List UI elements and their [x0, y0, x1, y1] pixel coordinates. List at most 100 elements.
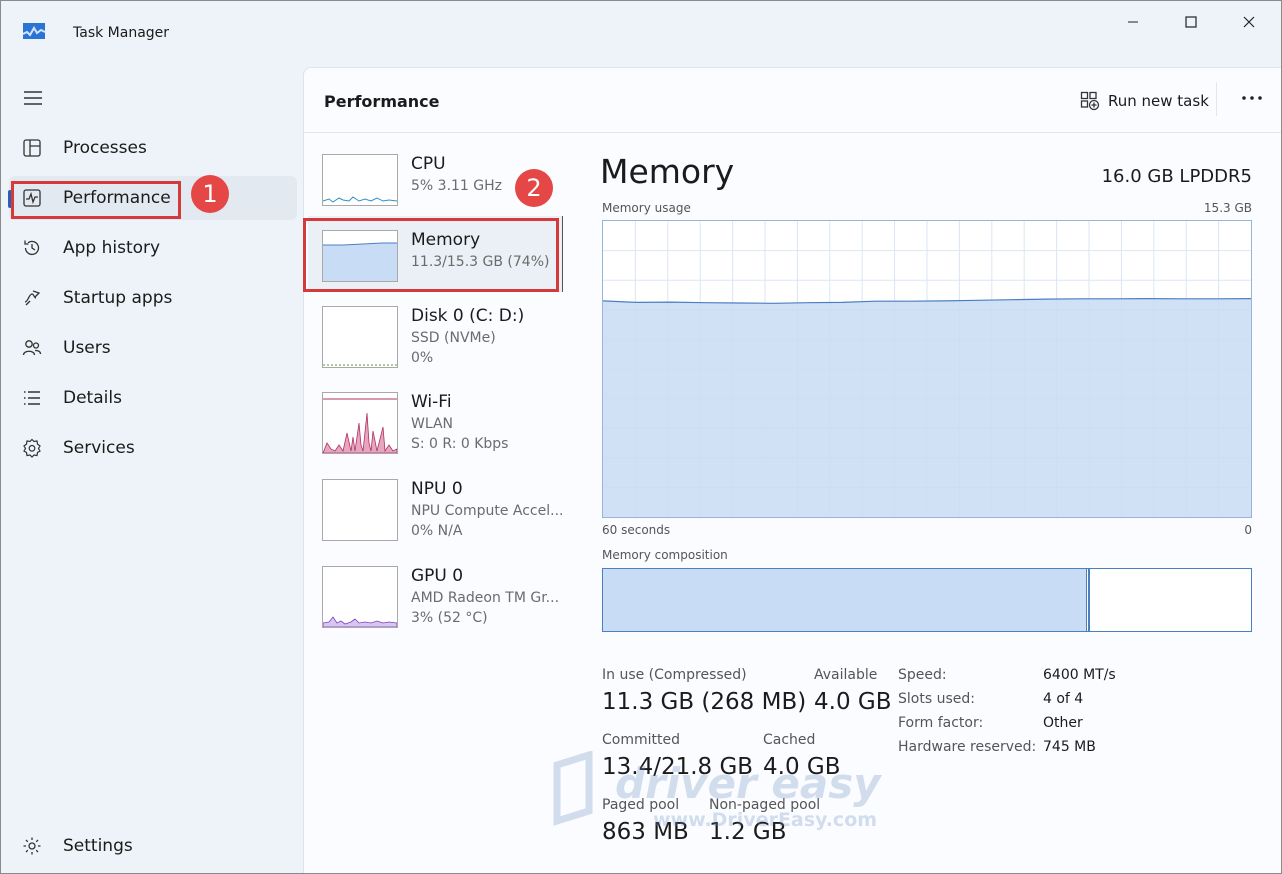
history-icon — [24, 240, 40, 256]
sidebar-item-label: Services — [63, 438, 135, 458]
annotation-step-2: 2 — [515, 169, 553, 207]
minimize-icon — [1128, 21, 1138, 23]
resource-name: NPU 0 — [411, 479, 463, 499]
main-header: Performance Run new task — [304, 68, 1281, 133]
form-factor-value: Other — [1043, 715, 1083, 731]
memory-composition-label: Memory composition — [602, 548, 728, 562]
committed-label: Committed — [602, 732, 680, 748]
sidebar-item-label: Processes — [63, 138, 147, 158]
navigation-menu-button[interactable] — [22, 87, 44, 109]
sidebar-item-label: Users — [63, 338, 111, 358]
detail-title: Memory — [600, 152, 735, 191]
hardware-reserved-label: Hardware reserved: — [898, 739, 1037, 755]
resource-item-gpu-0[interactable]: GPU 0 AMD Radeon TM Gr... 3% (52 °C) — [322, 566, 562, 636]
resource-item-npu-0[interactable]: NPU 0 NPU Compute Accel... 0% N/A — [322, 479, 564, 549]
resource-item-disk-0[interactable]: Disk 0 (C: D:) SSD (NVMe) 0% — [322, 306, 562, 376]
resource-name: GPU 0 — [411, 566, 464, 586]
memory-composition-bar — [602, 568, 1252, 632]
processes-icon — [23, 139, 41, 157]
details-icon — [24, 391, 40, 405]
window-title: Task Manager — [73, 25, 170, 41]
committed-value: 13.4/21.8 GB — [602, 754, 754, 780]
more-options-icon — [1242, 96, 1262, 100]
annotation-highlight-performance — [11, 181, 181, 219]
speed-value: 6400 MT/s — [1043, 667, 1116, 683]
resource-item-wifi[interactable]: Wi-Fi WLAN S: 0 R: 0 Kbps — [322, 392, 562, 462]
sidebar-item-label: Details — [63, 388, 122, 408]
sidebar-item-label: Startup apps — [63, 288, 173, 308]
startup-icon — [24, 290, 41, 306]
memory-usage-area — [603, 298, 1251, 517]
form-factor-label: Form factor: — [898, 715, 984, 731]
graph-axis-right-label: 0 — [1244, 523, 1252, 537]
page-title: Performance — [324, 92, 440, 111]
header-separator — [1216, 82, 1217, 116]
speed-label: Speed: — [898, 667, 947, 683]
close-button[interactable] — [1227, 9, 1271, 35]
composition-modified-segment — [1087, 569, 1090, 631]
sidebar-item-details[interactable]: Details — [9, 376, 297, 420]
resource-name: CPU — [411, 154, 446, 174]
annotation-step-1: 1 — [191, 175, 229, 213]
sidebar-item-users[interactable]: Users — [9, 326, 297, 370]
non-paged-pool-value: 1.2 GB — [709, 819, 787, 845]
cached-value: 4.0 GB — [763, 754, 841, 780]
sidebar-item-services[interactable]: Services — [9, 426, 297, 470]
users-icon — [22, 340, 42, 356]
main-panel: Performance Run new task CPU 5% 3.11 GHz… — [303, 67, 1281, 873]
slots-used-label: Slots used: — [898, 691, 975, 707]
memory-usage-max: 15.3 GB — [1203, 201, 1252, 215]
resource-name: Disk 0 (C: D:) — [411, 306, 525, 326]
run-new-task-label: Run new task — [1108, 92, 1209, 110]
services-icon — [23, 438, 41, 458]
wifi-thumbnail-graph — [322, 392, 398, 454]
non-paged-pool-label: Non-paged pool — [709, 797, 821, 813]
resource-detail-2: 0% — [411, 350, 434, 366]
in-use-label: In use (Compressed) — [602, 667, 747, 683]
in-use-value: 11.3 GB (268 MB) — [602, 689, 807, 715]
resource-name: Wi-Fi — [411, 392, 452, 412]
memory-usage-chart — [603, 221, 1251, 517]
resource-detail: WLAN — [411, 416, 454, 432]
sidebar-item-settings[interactable]: Settings — [9, 824, 297, 868]
sidebar-item-label: App history — [63, 238, 161, 258]
memory-spec: 16.0 GB LPDDR5 — [1101, 166, 1252, 187]
resource-detail-2: S: 0 R: 0 Kbps — [411, 436, 509, 452]
resource-detail-2: 0% N/A — [411, 523, 463, 539]
hardware-reserved-value: 745 MB — [1043, 739, 1096, 755]
maximize-button[interactable] — [1169, 9, 1213, 35]
npu-thumbnail-graph — [322, 479, 398, 541]
close-icon — [1243, 16, 1255, 28]
disk-thumbnail-graph — [322, 306, 398, 368]
available-label: Available — [814, 667, 878, 683]
memory-usage-label: Memory usage — [602, 201, 691, 215]
available-value: 4.0 GB — [814, 689, 892, 715]
sidebar-item-label: Settings — [63, 836, 133, 856]
paged-pool-label: Paged pool — [602, 797, 680, 813]
cached-label: Cached — [763, 732, 816, 748]
task-manager-window: Task Manager Processes Performance App h… — [0, 0, 1282, 874]
resource-detail: AMD Radeon TM Gr... — [411, 590, 560, 606]
maximize-icon — [1185, 16, 1197, 28]
composition-in-use-segment — [603, 569, 1087, 631]
memory-usage-graph — [602, 220, 1252, 518]
more-options-button[interactable] — [1238, 84, 1266, 112]
task-manager-app-icon — [23, 23, 45, 39]
sidebar-item-processes[interactable]: Processes — [9, 126, 297, 170]
gpu-thumbnail-graph — [322, 566, 398, 628]
resource-detail: SSD (NVMe) — [411, 330, 496, 346]
sidebar-item-app-history[interactable]: App history — [9, 226, 297, 270]
resource-detail: NPU Compute Accel... — [411, 503, 564, 519]
graph-axis-left-label: 60 seconds — [602, 523, 671, 537]
minimize-button[interactable] — [1111, 9, 1155, 35]
run-new-task-button[interactable]: Run new task — [1080, 88, 1209, 114]
paged-pool-value: 863 MB — [602, 819, 689, 845]
cpu-thumbnail-graph — [322, 154, 398, 206]
annotation-highlight-memory — [303, 218, 559, 292]
hamburger-icon — [24, 91, 42, 105]
resource-detail: 5% 3.11 GHz — [411, 178, 503, 194]
title-bar: Task Manager — [1, 1, 1281, 63]
resource-detail-2: 3% (52 °C) — [411, 610, 488, 626]
settings-gear-icon — [23, 837, 41, 855]
sidebar-item-startup-apps[interactable]: Startup apps — [9, 276, 297, 320]
